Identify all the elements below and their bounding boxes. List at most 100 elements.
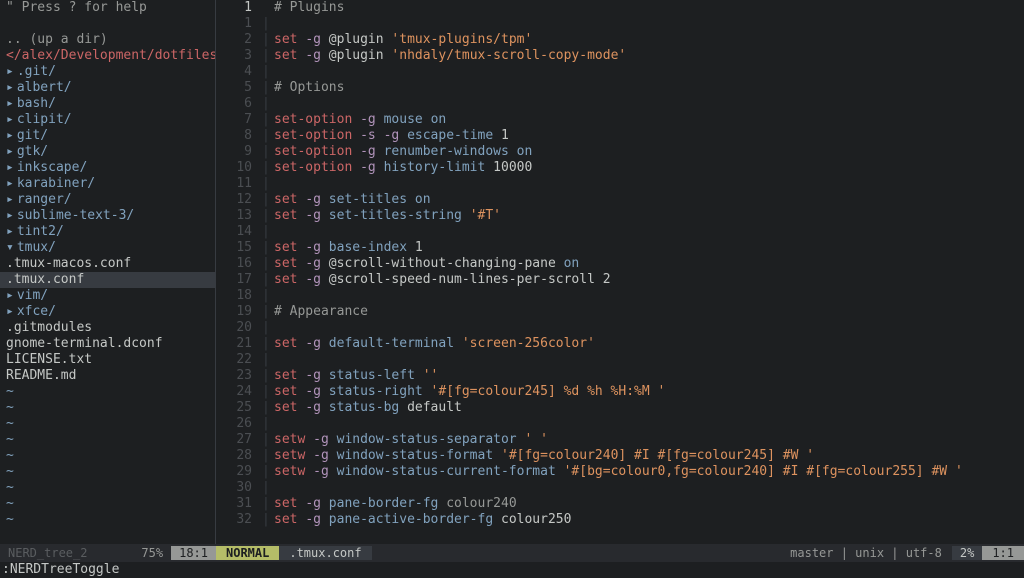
line-gutter: 1123456789101112131415161718192021222324… (216, 0, 262, 544)
code-line[interactable] (274, 288, 1024, 304)
code-line[interactable]: setw -g window-status-separator ' ' (274, 432, 1024, 448)
updir-link[interactable]: .. (up a dir) (0, 32, 215, 48)
command-line[interactable]: :NERDTreeToggle (0, 562, 1024, 578)
code-line[interactable]: set -g status-left '' (274, 368, 1024, 384)
tree-item-label: .git/ (17, 64, 56, 79)
code-line[interactable]: set-option -g mouse on (274, 112, 1024, 128)
code-line[interactable] (274, 96, 1024, 112)
code-line[interactable]: # Plugins (274, 0, 1024, 16)
code-line[interactable] (274, 320, 1024, 336)
status-filename: .tmux.conf (279, 546, 371, 561)
tree-item-label: vim/ (17, 288, 48, 303)
tree-file[interactable]: README.md (0, 368, 215, 384)
code-line[interactable] (274, 480, 1024, 496)
tree-item-label: xfce/ (17, 304, 56, 319)
code-line[interactable]: set-option -s -g escape-time 1 (274, 128, 1024, 144)
nerdtree-label: NERD_tree_2 (0, 546, 133, 561)
nerdtree-pct: 75% (133, 546, 171, 561)
tree-folder[interactable]: ▸bash/ (0, 96, 215, 112)
tree-file[interactable]: LICENSE.txt (0, 352, 215, 368)
code-area[interactable]: # Plugins set -g @plugin 'tmux-plugins/tp… (274, 0, 1024, 544)
tree-item-label: tmux/ (17, 240, 56, 255)
caret-icon: ▸ (6, 288, 14, 303)
caret-icon: ▸ (6, 80, 14, 95)
tree-item-label: LICENSE.txt (6, 352, 92, 367)
tree-folder[interactable]: ▸.git/ (0, 64, 215, 80)
caret-icon: ▸ (6, 112, 14, 127)
caret-icon: ▸ (6, 128, 14, 143)
code-line[interactable]: # Options (274, 80, 1024, 96)
code-line[interactable]: set-option -g renumber-windows on (274, 144, 1024, 160)
tree-item-label: gnome-terminal.dconf (6, 336, 163, 351)
tree-item-label: README.md (6, 368, 76, 383)
tree-file[interactable]: gnome-terminal.dconf (0, 336, 215, 352)
caret-icon: ▸ (6, 144, 14, 159)
code-line[interactable]: set -g @plugin 'nhdaly/tmux-scroll-copy-… (274, 48, 1024, 64)
help-hint: " Press ? for help (0, 0, 215, 16)
tree-item-label: ranger/ (17, 192, 72, 207)
file-tree-sidebar: " Press ? for help .. (up a dir) </alex/… (0, 0, 216, 544)
tree-folder[interactable]: ▾tmux/ (0, 240, 215, 256)
empty-line-tilde: ~ (0, 496, 215, 512)
code-line[interactable]: set -g @scroll-without-changing-pane on (274, 256, 1024, 272)
caret-icon: ▸ (6, 176, 14, 191)
tree-folder[interactable]: ▸albert/ (0, 80, 215, 96)
code-line[interactable]: set -g base-index 1 (274, 240, 1024, 256)
code-line[interactable] (274, 16, 1024, 32)
tree-folder[interactable]: ▸gtk/ (0, 144, 215, 160)
tree-item-label: karabiner/ (17, 176, 95, 191)
tree-item-label: git/ (17, 128, 48, 143)
tree-item-label: inkscape/ (17, 160, 87, 175)
caret-icon: ▸ (6, 192, 14, 207)
empty-line-tilde: ~ (0, 480, 215, 496)
code-line[interactable] (274, 416, 1024, 432)
code-line[interactable]: setw -g window-status-current-format '#[… (274, 464, 1024, 480)
code-line[interactable]: setw -g window-status-format '#[fg=colou… (274, 448, 1024, 464)
tree-item-label: .tmux.conf (6, 272, 84, 287)
empty-line-tilde: ~ (0, 512, 215, 528)
caret-icon: ▸ (6, 96, 14, 111)
code-line[interactable]: set -g set-titles on (274, 192, 1024, 208)
code-line[interactable]: set -g set-titles-string '#T' (274, 208, 1024, 224)
caret-icon: ▸ (6, 64, 14, 79)
tree-item-label: albert/ (17, 80, 72, 95)
empty-line-tilde: ~ (0, 416, 215, 432)
tree-file[interactable]: .tmux-macos.conf (0, 256, 215, 272)
tree-item-label: tint2/ (17, 224, 64, 239)
code-line[interactable] (274, 64, 1024, 80)
tree-folder[interactable]: ▸clipit/ (0, 112, 215, 128)
tree-file[interactable]: .tmux.conf (0, 272, 215, 288)
code-line[interactable]: set -g default-terminal 'screen-256color… (274, 336, 1024, 352)
tree-folder[interactable]: ▸sublime-text-3/ (0, 208, 215, 224)
tree-file[interactable]: .gitmodules (0, 320, 215, 336)
code-line[interactable] (274, 224, 1024, 240)
code-line[interactable]: set-option -g history-limit 10000 (274, 160, 1024, 176)
tree-folder[interactable]: ▸ranger/ (0, 192, 215, 208)
tree-folder[interactable]: ▸inkscape/ (0, 160, 215, 176)
mode-badge: NORMAL (216, 546, 279, 561)
code-line[interactable]: set -g @plugin 'tmux-plugins/tpm' (274, 32, 1024, 48)
caret-icon: ▸ (6, 160, 14, 175)
caret-icon: ▸ (6, 224, 14, 239)
tree-folder[interactable]: ▸karabiner/ (0, 176, 215, 192)
status-bar: NERD_tree_2 75% 18:1 NORMAL .tmux.conf m… (0, 544, 1024, 562)
tree-folder[interactable]: ▸vim/ (0, 288, 215, 304)
empty-line-tilde: ~ (0, 384, 215, 400)
code-line[interactable]: set -g pane-active-border-fg colour250 (274, 512, 1024, 528)
tree-item-label: .tmux-macos.conf (6, 256, 131, 271)
caret-icon: ▸ (6, 208, 14, 223)
tree-item-label: sublime-text-3/ (17, 208, 134, 223)
tree-folder[interactable]: ▸tint2/ (0, 224, 215, 240)
code-line[interactable]: set -g status-right '#[fg=colour245] %d … (274, 384, 1024, 400)
code-line[interactable]: set -g pane-border-fg colour240 (274, 496, 1024, 512)
editor-pane[interactable]: 1123456789101112131415161718192021222324… (216, 0, 1024, 544)
code-line[interactable]: set -g status-bg default (274, 400, 1024, 416)
tree-item-label: .gitmodules (6, 320, 92, 335)
code-line[interactable]: set -g @scroll-speed-num-lines-per-scrol… (274, 272, 1024, 288)
code-line[interactable]: # Appearance (274, 304, 1024, 320)
code-line[interactable] (274, 352, 1024, 368)
tree-folder[interactable]: ▸xfce/ (0, 304, 215, 320)
caret-icon: ▸ (6, 304, 14, 319)
tree-folder[interactable]: ▸git/ (0, 128, 215, 144)
code-line[interactable] (274, 176, 1024, 192)
